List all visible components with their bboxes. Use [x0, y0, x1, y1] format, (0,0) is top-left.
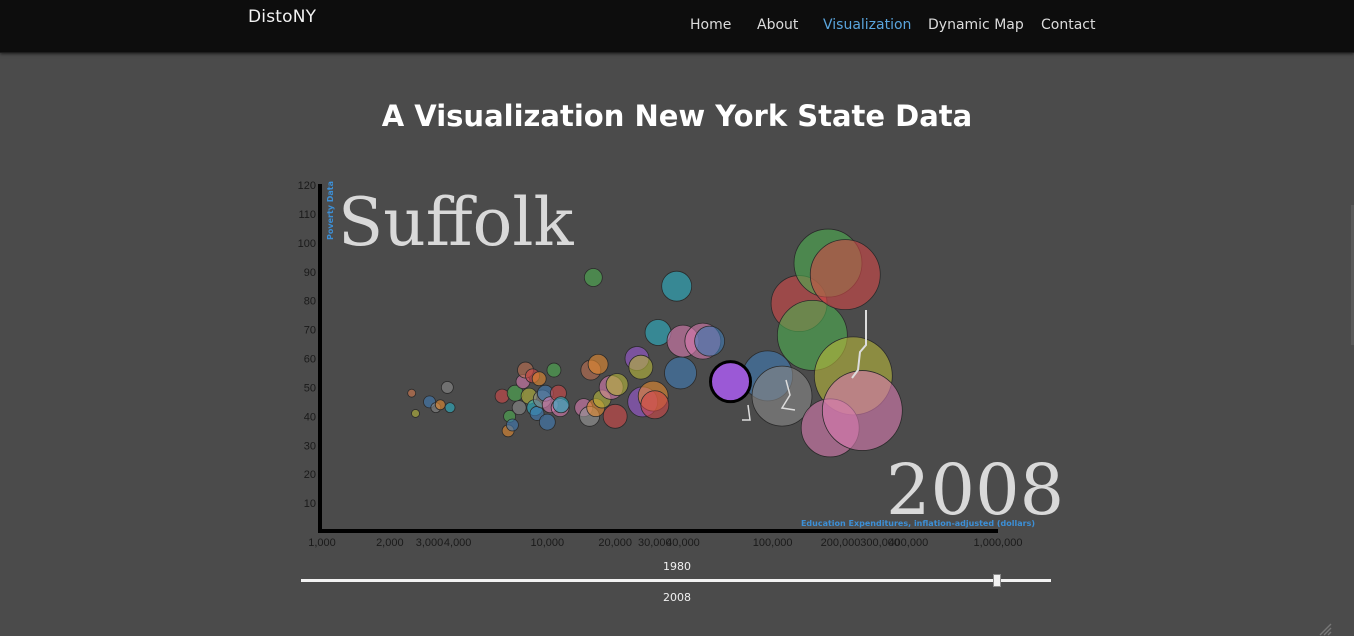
x-tick-label: 1,000,000 — [974, 537, 1023, 549]
bubble-point[interactable] — [407, 388, 417, 398]
bubble-point[interactable] — [602, 403, 628, 429]
y-axis-title: Poverty Data — [326, 181, 335, 240]
bubble-point[interactable] — [821, 370, 903, 451]
x-axis-title: Education Expenditures, inflation-adjust… — [801, 519, 1035, 528]
bubble-point[interactable] — [444, 402, 456, 414]
bubble-point[interactable] — [531, 371, 547, 387]
y-tick-label: 40 — [304, 411, 316, 423]
y-axis-ticks: 10 20 30 40 50 60 70 80 90 100 110 120 — [298, 180, 316, 510]
x-tick-label: 3,000 — [416, 537, 444, 549]
y-tick-label: 120 — [298, 180, 316, 192]
year-slider-track[interactable] — [301, 579, 1051, 582]
x-axis-ticks: 1,000 2,000 3,000 4,000 10,000 20,000 30,00040… — [308, 537, 1022, 549]
bubble-chart: 10 20 30 40 50 60 70 80 90 100 110 120 1,000 2,000 3,… — [298, 180, 1065, 549]
bubble-point[interactable] — [583, 268, 603, 287]
bubble-point[interactable] — [440, 381, 454, 394]
bubble-point[interactable] — [664, 356, 697, 390]
highlight-label: Suffolk — [338, 184, 574, 261]
y-tick-label: 80 — [304, 296, 316, 308]
y-tick-label: 10 — [304, 498, 316, 510]
resize-icon[interactable] — [1318, 622, 1332, 636]
bubble-point[interactable] — [411, 409, 420, 418]
bubble-point[interactable] — [628, 354, 654, 380]
bubble-point[interactable] — [506, 418, 519, 432]
x-tick-label: 400,000 — [888, 537, 928, 549]
y-tick-label: 30 — [304, 440, 316, 452]
selected-bubble[interactable] — [709, 360, 753, 404]
bubble-point[interactable] — [694, 325, 726, 357]
bubble-point[interactable] — [434, 399, 446, 411]
y-tick-label: 20 — [304, 469, 316, 481]
y-tick-label: 60 — [304, 354, 316, 366]
y-tick-label: 110 — [298, 209, 316, 221]
bubble-point[interactable] — [661, 270, 693, 302]
slider-value-label: 2008 — [663, 591, 691, 604]
x-tick-label: 100,000 — [753, 537, 793, 549]
bubble-point[interactable] — [552, 396, 570, 414]
x-tick-label: 1,000 — [308, 537, 336, 549]
bubble-point[interactable] — [538, 413, 556, 431]
bubble-layer — [407, 228, 903, 458]
y-tick-label: 70 — [304, 325, 316, 337]
bubble-point[interactable] — [546, 362, 562, 378]
y-tick-label: 50 — [304, 382, 316, 394]
year-slider-handle[interactable] — [993, 574, 1001, 587]
bubble-point[interactable] — [640, 390, 670, 420]
x-tick-label: 2,000 — [376, 537, 404, 549]
y-tick-label: 90 — [304, 267, 316, 279]
bubble-point[interactable] — [587, 353, 609, 375]
selected-bubble-layer — [709, 360, 753, 404]
bubble-point[interactable] — [494, 388, 510, 404]
x-tick-label: 200,000 — [821, 537, 861, 549]
bubble-point[interactable] — [809, 239, 881, 311]
trail-line — [742, 404, 751, 421]
x-tick-label: 20,000 — [598, 537, 632, 549]
x-tick-label: 10,000 — [531, 537, 565, 549]
slider-min-label: 1980 — [663, 560, 691, 573]
x-tick-label: 4,000 — [444, 537, 472, 549]
y-tick-label: 100 — [298, 238, 316, 250]
bubble-point[interactable] — [605, 373, 629, 396]
x-tick-label: 40,000 — [666, 537, 700, 549]
